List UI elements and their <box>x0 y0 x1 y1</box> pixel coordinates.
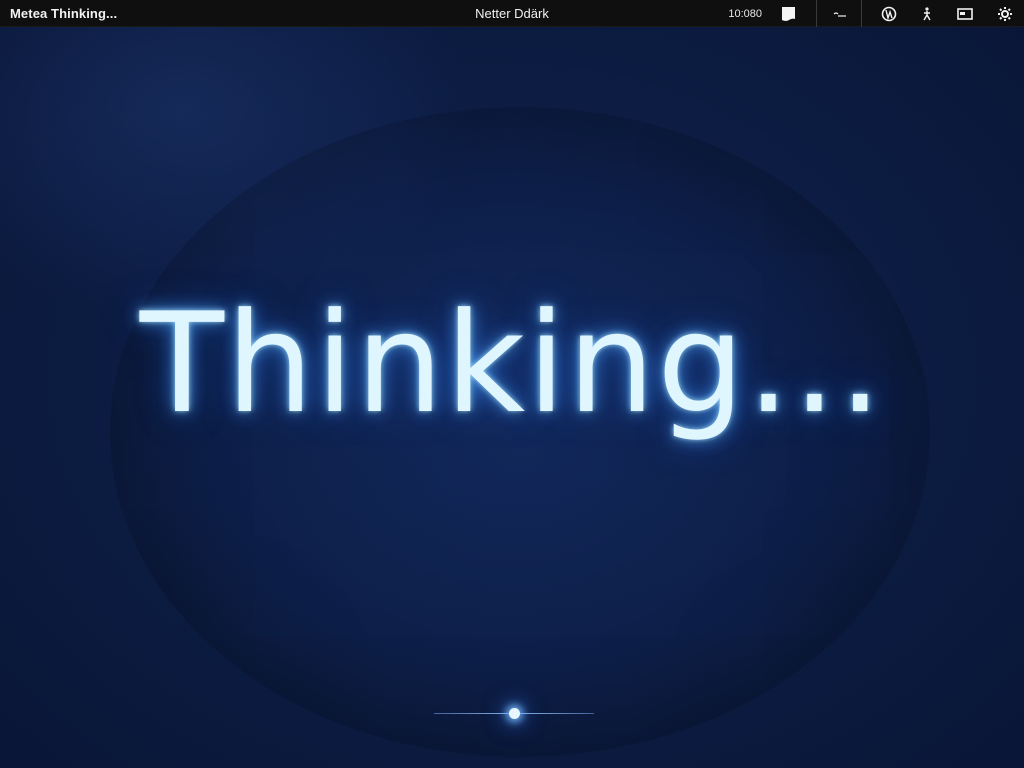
window-title-text: Netter Ddärk <box>475 6 549 21</box>
globe-icon[interactable] <box>878 3 900 25</box>
display-icon[interactable] <box>954 3 976 25</box>
network-icon[interactable] <box>829 3 851 25</box>
thinking-headline: Thinking... <box>139 283 885 444</box>
top-menu-bar: Metea Thinking... Netter Ddärk 10:080 <box>0 0 1024 27</box>
settings-icon[interactable] <box>994 3 1016 25</box>
system-tray: 10:080 <box>728 0 1024 27</box>
tray-separator <box>861 0 862 27</box>
accessibility-icon[interactable] <box>916 3 938 25</box>
progress-indicator <box>508 708 520 719</box>
tray-separator <box>816 0 817 27</box>
clock[interactable]: 10:080 <box>728 8 762 20</box>
document-icon[interactable] <box>778 3 800 25</box>
main-stage: Thinking... <box>0 27 1024 768</box>
